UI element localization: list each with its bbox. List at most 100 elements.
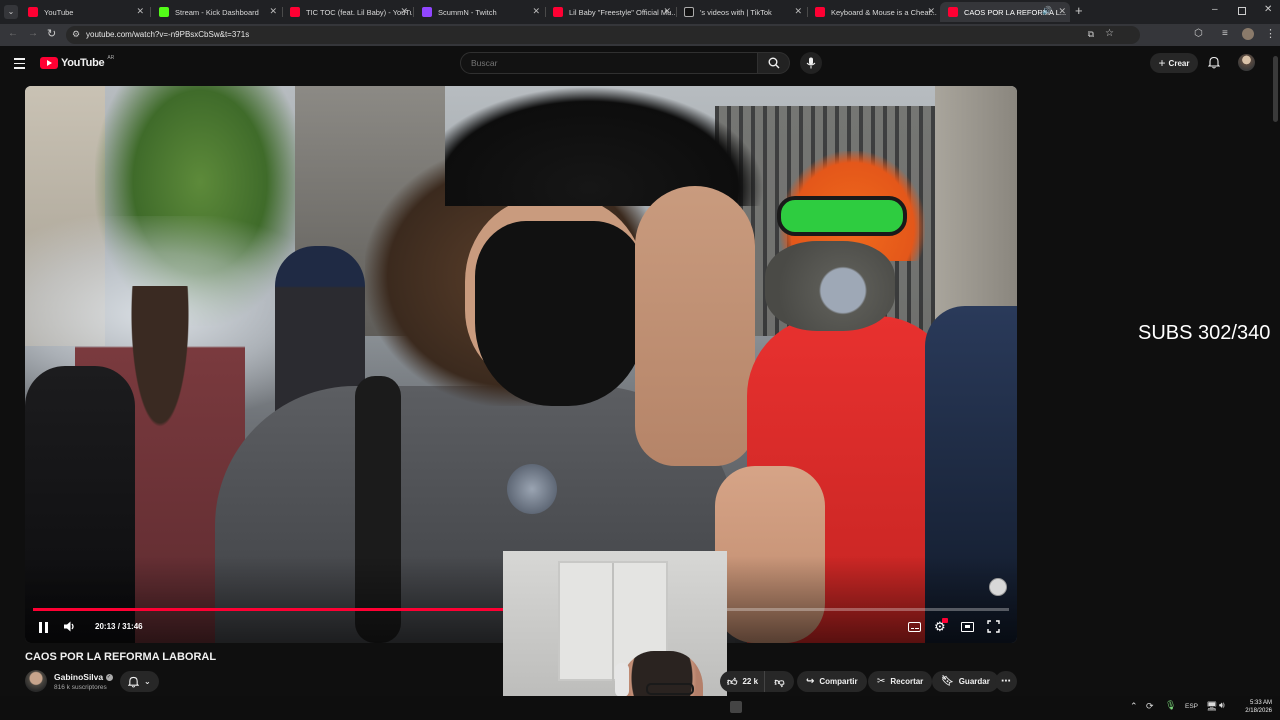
restore-icon[interactable]: [1238, 7, 1246, 15]
back-icon[interactable]: ←: [8, 28, 18, 39]
webcam-glasses: [646, 683, 694, 695]
browser-tab-active[interactable]: CAOS POR LA REFORMA L... 🔊 ✕: [940, 2, 1070, 22]
minimize-icon[interactable]: –: [1212, 4, 1218, 15]
youtube-logo-text: YouTube: [61, 57, 105, 69]
browser-tab[interactable]: Keyboard & Mouse is a Cheat... ✕: [807, 2, 939, 22]
clock[interactable]: 5:33 AM 2/18/2026: [1236, 699, 1272, 715]
browser-tab[interactable]: Lil Baby "Freestyle" Official Mu... ✕: [545, 2, 675, 22]
clip-label: Recortar: [890, 677, 924, 686]
video-title: CAOS POR LA REFORMA LABORAL: [25, 651, 217, 663]
clip-button[interactable]: ✂ Recortar: [868, 671, 933, 692]
close-tab-icon[interactable]: ✕: [136, 6, 144, 17]
pause-icon[interactable]: [39, 622, 49, 633]
reload-icon[interactable]: ↻: [47, 27, 56, 40]
channel-name[interactable]: GabinoSilva ✓: [54, 672, 113, 682]
network-sync-icon[interactable]: ⟳: [1146, 701, 1154, 712]
new-tab-icon[interactable]: +: [1075, 3, 1083, 18]
tiktok-favicon-icon: [684, 7, 694, 17]
browser-tab[interactable]: ScummN - Twitch ✕: [414, 2, 544, 22]
notifications-bell-icon[interactable]: [1207, 56, 1221, 74]
theater-mode-icon[interactable]: [961, 622, 974, 632]
clock-date: 2/18/2026: [1245, 708, 1272, 714]
audio-playing-icon[interactable]: 🔊: [1042, 6, 1052, 15]
tab-search-icon[interactable]: ⌄: [4, 5, 18, 19]
network-icon[interactable]: 🖥︎: [1206, 701, 1217, 712]
tab-label: TIC TOC (feat. Lil Baby) - YouTu...: [306, 7, 412, 17]
webcam-headphones: [615, 663, 629, 697]
voice-search-button[interactable]: [800, 52, 822, 74]
hamburger-menu-icon[interactable]: [14, 58, 25, 69]
bookmark-icon: 🔖︎: [941, 676, 954, 687]
channel-avatar[interactable]: [25, 670, 47, 692]
video-microphone-lapel: [507, 464, 557, 514]
search-box[interactable]: [460, 52, 758, 74]
video-gas-mask: [765, 241, 895, 331]
forward-icon[interactable]: →: [28, 28, 38, 39]
bookmark-star-icon[interactable]: ☆: [1105, 28, 1114, 39]
save-button[interactable]: 🔖︎ Guardar: [932, 671, 999, 692]
like-button[interactable]: 👍︎ 22 k: [720, 671, 768, 692]
taskbar-app-icon[interactable]: [730, 701, 742, 713]
create-label: Crear: [1168, 58, 1190, 68]
search-input[interactable]: [471, 57, 741, 69]
browser-tab[interactable]: YouTube ✕: [20, 2, 148, 22]
speaker-icon[interactable]: 🔊︎: [1219, 700, 1225, 711]
tab-label: YouTube: [44, 7, 74, 17]
windows-taskbar: ⌃ ⟳ 🎙︎ ESP 🖥︎ 🔊︎ 5:33 AM 2/18/2026: [0, 696, 1280, 720]
create-button[interactable]: + Crear: [1150, 53, 1198, 73]
extensions-icon[interactable]: ⬡: [1194, 28, 1203, 39]
address-bar[interactable]: ⚙ youtube.com/watch?v=-n9PBsxCbSw&t=371s…: [66, 26, 1140, 44]
settings-gear-icon[interactable]: ⚙: [934, 618, 948, 633]
search-button[interactable]: [758, 52, 790, 74]
video-green-goggles: [777, 196, 907, 236]
youtube-play-logo-icon: [40, 57, 58, 69]
subscribe-notification-button[interactable]: ⌄: [120, 671, 159, 692]
like-count: 22 k: [742, 677, 759, 686]
verified-badge-icon: ✓: [105, 674, 113, 682]
webcam-overlay: [503, 551, 727, 720]
browser-menu-icon[interactable]: ⋮: [1265, 27, 1276, 40]
region-code: AR: [107, 55, 115, 61]
share-arrow-icon: ↪: [806, 676, 815, 687]
subtitles-icon[interactable]: [908, 622, 921, 632]
tab-label: Stream - Kick Dashboard: [175, 7, 259, 17]
youtube-favicon-icon: [815, 7, 825, 17]
dislike-button[interactable]: 👎︎: [764, 671, 794, 692]
channel-watermark-icon[interactable]: [989, 578, 1007, 596]
microphone-tray-icon[interactable]: 🎙︎: [1165, 700, 1176, 711]
more-actions-button[interactable]: ⋯: [995, 671, 1017, 692]
close-tab-icon[interactable]: ✕: [794, 6, 802, 17]
input-language[interactable]: ESP: [1185, 703, 1198, 710]
share-button[interactable]: ↪ Compartir: [797, 671, 867, 692]
twitch-favicon-icon: [422, 7, 432, 17]
close-tab-icon[interactable]: ✕: [1058, 6, 1066, 17]
time-display: 20:13 / 31:46: [95, 622, 143, 631]
close-tab-icon[interactable]: ✕: [532, 6, 540, 17]
close-tab-icon[interactable]: ✕: [927, 6, 935, 17]
show-hidden-icons-icon[interactable]: ⌃: [1130, 701, 1138, 712]
youtube-logo[interactable]: YouTube AR: [40, 55, 115, 70]
site-info-icon[interactable]: ⚙: [72, 29, 80, 40]
page-scrollbar[interactable]: [1272, 52, 1278, 696]
browser-toolbar: ← → ↻ ⚙ youtube.com/watch?v=-n9PBsxCbSw&…: [0, 24, 1280, 46]
close-tab-icon[interactable]: ✕: [269, 6, 277, 17]
volume-icon[interactable]: [63, 620, 76, 638]
close-tab-icon[interactable]: ✕: [400, 6, 408, 17]
profile-avatar-icon[interactable]: [1242, 28, 1254, 40]
youtube-favicon-icon: [948, 7, 958, 17]
browser-tab[interactable]: Stream - Kick Dashboard ✕: [151, 2, 281, 22]
close-tab-icon[interactable]: ✕: [663, 6, 671, 17]
thumbs-down-icon: 👎︎: [774, 676, 785, 688]
browser-tab[interactable]: TIC TOC (feat. Lil Baby) - YouTu... ✕: [282, 2, 412, 22]
close-window-icon[interactable]: ✕: [1264, 4, 1272, 15]
fullscreen-icon[interactable]: [987, 620, 1000, 638]
scissors-icon: ✂: [877, 676, 886, 687]
browser-tab[interactable]: 's videos with | TikTok ✕: [676, 2, 806, 22]
account-avatar[interactable]: [1238, 54, 1255, 71]
browser-tab-bar: ⌄ YouTube ✕ Stream - Kick Dashboard ✕ TI…: [0, 0, 1280, 24]
subscriber-count: 816 k suscriptores: [54, 684, 107, 691]
tab-groups-icon[interactable]: ≡: [1222, 28, 1228, 39]
tab-label: ScummN - Twitch: [438, 7, 497, 17]
install-app-icon[interactable]: ⧉: [1088, 29, 1094, 40]
channel-name-text: GabinoSilva: [54, 672, 104, 682]
